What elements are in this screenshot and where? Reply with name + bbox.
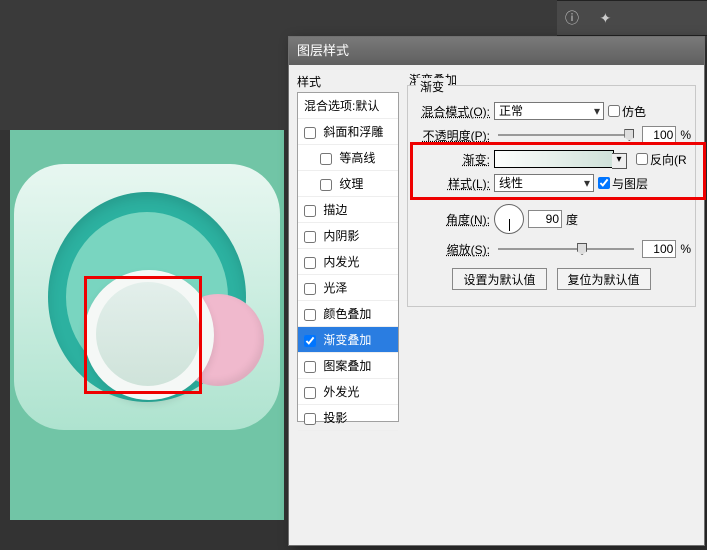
gradient-overlay-pane: 渐变叠加 渐变 混合模式(O): 正常 仿色 不透明度(P): (405, 73, 696, 537)
layer-style-dialog: 图层样式 样式 混合选项:默认 斜面和浮雕 等高线 纹理 (288, 36, 705, 546)
style-contour-label: 等高线 (339, 151, 375, 165)
style-select[interactable]: 线性 (494, 174, 594, 192)
dither-label: 仿色 (622, 103, 646, 120)
style-color-overlay[interactable]: 颜色叠加 (298, 301, 398, 327)
style-stroke-check[interactable] (304, 205, 316, 217)
style-color-overlay-check[interactable] (304, 309, 316, 321)
style-outer-glow[interactable]: 外发光 (298, 379, 398, 405)
reverse-label: 反向(R (650, 151, 687, 168)
info-icon[interactable]: ⓘ (558, 4, 586, 32)
scale-input[interactable] (642, 240, 676, 258)
style-inner-shadow-check[interactable] (304, 231, 316, 243)
style-texture[interactable]: 纹理 (298, 171, 398, 197)
style-satin[interactable]: 光泽 (298, 275, 398, 301)
style-bevel-emboss[interactable]: 斜面和浮雕 (298, 119, 398, 145)
blend-mode-label: 混合模式(O): (412, 103, 490, 120)
scale-unit: % (680, 242, 691, 256)
top-toolbar: ⓘ ✦ (557, 0, 707, 36)
style-inner-shadow[interactable]: 内阴影 (298, 223, 398, 249)
blend-mode-row: 混合模式(O): 正常 仿色 (412, 102, 691, 120)
style-satin-label: 光泽 (323, 281, 347, 295)
opacity-slider[interactable] (498, 134, 634, 136)
scale-slider-thumb[interactable] (577, 243, 587, 255)
style-stroke[interactable]: 描边 (298, 197, 398, 223)
style-inner-glow[interactable]: 内发光 (298, 249, 398, 275)
reverse-checkbox[interactable]: 反向(R (636, 151, 687, 168)
angle-unit: 度 (566, 211, 578, 228)
style-inner-glow-check[interactable] (304, 257, 316, 269)
blend-mode-value: 正常 (499, 104, 523, 118)
dither-checkbox[interactable]: 仿色 (608, 103, 646, 120)
gradient-label: 渐变: (412, 151, 490, 168)
angle-label: 角度(N): (412, 211, 490, 228)
align-label: 与图层 (612, 175, 648, 192)
style-color-overlay-label: 颜色叠加 (323, 307, 371, 321)
wand-icon[interactable]: ✦ (591, 4, 619, 32)
style-stroke-label: 描边 (323, 203, 347, 217)
style-pattern-overlay-check[interactable] (304, 361, 316, 373)
blending-options-label: 混合选项:默认 (304, 99, 379, 113)
align-check-input[interactable] (598, 177, 610, 189)
rounded-app-icon (14, 164, 280, 430)
scale-slider[interactable] (498, 248, 634, 250)
style-gradient-overlay[interactable]: 渐变叠加 (298, 327, 398, 353)
style-drop-shadow[interactable]: 投影 (298, 405, 398, 431)
style-inner-shadow-label: 内阴影 (323, 229, 359, 243)
scale-row: 缩放(S): % (412, 240, 691, 258)
blending-options-default[interactable]: 混合选项:默认 (298, 93, 398, 119)
defaults-buttons-row: 设置为默认值 复位为默认值 (412, 268, 691, 290)
reverse-check-input[interactable] (636, 153, 648, 165)
angle-row: 角度(N): 度 (412, 204, 691, 234)
style-contour-check[interactable] (320, 153, 332, 165)
style-outer-glow-label: 外发光 (323, 385, 359, 399)
style-label: 样式(L): (412, 175, 490, 192)
style-pattern-overlay-label: 图案叠加 (323, 359, 371, 373)
gradient-fieldset: 渐变 混合模式(O): 正常 仿色 不透明度(P): (407, 85, 696, 307)
blend-mode-select[interactable]: 正常 (494, 102, 604, 120)
scale-label: 缩放(S): (412, 241, 490, 258)
document-canvas (10, 130, 284, 520)
opacity-input[interactable] (642, 126, 676, 144)
style-gradient-overlay-check[interactable] (304, 335, 316, 347)
angle-input[interactable] (528, 210, 562, 228)
style-value: 线性 (499, 176, 523, 190)
opacity-label: 不透明度(P): (412, 127, 490, 144)
style-drop-shadow-label: 投影 (323, 411, 347, 425)
styles-list[interactable]: 混合选项:默认 斜面和浮雕 等高线 纹理 描边 (297, 92, 399, 422)
opacity-row: 不透明度(P): % (412, 126, 691, 144)
style-pattern-overlay[interactable]: 图案叠加 (298, 353, 398, 379)
opacity-unit: % (680, 128, 691, 142)
style-satin-check[interactable] (304, 283, 316, 295)
style-contour[interactable]: 等高线 (298, 145, 398, 171)
styles-column-label: 样式 (297, 73, 399, 90)
style-row: 样式(L): 线性 与图层 (412, 174, 691, 192)
angle-dial[interactable] (494, 204, 524, 234)
style-drop-shadow-check[interactable] (304, 413, 316, 425)
style-texture-check[interactable] (320, 179, 332, 191)
gradient-picker[interactable] (494, 150, 614, 168)
style-bevel-emboss-label: 斜面和浮雕 (323, 125, 383, 139)
gradient-fieldset-legend: 渐变 (416, 78, 448, 95)
dialog-titlebar[interactable]: 图层样式 (289, 37, 704, 65)
style-inner-glow-label: 内发光 (323, 255, 359, 269)
style-bevel-emboss-check[interactable] (304, 127, 316, 139)
style-texture-label: 纹理 (339, 177, 363, 191)
dialog-title: 图层样式 (297, 43, 349, 58)
style-gradient-overlay-label: 渐变叠加 (323, 333, 371, 347)
styles-column: 样式 混合选项:默认 斜面和浮雕 等高线 纹理 (297, 73, 399, 537)
align-with-layer-checkbox[interactable]: 与图层 (598, 175, 648, 192)
reset-default-button[interactable]: 复位为默认值 (557, 268, 651, 290)
red-annotation-canvas (84, 276, 202, 394)
gradient-row: 渐变: 反向(R (412, 150, 691, 168)
dither-check-input[interactable] (608, 105, 620, 117)
style-outer-glow-check[interactable] (304, 387, 316, 399)
opacity-slider-thumb[interactable] (624, 129, 634, 141)
set-default-button[interactable]: 设置为默认值 (452, 268, 546, 290)
